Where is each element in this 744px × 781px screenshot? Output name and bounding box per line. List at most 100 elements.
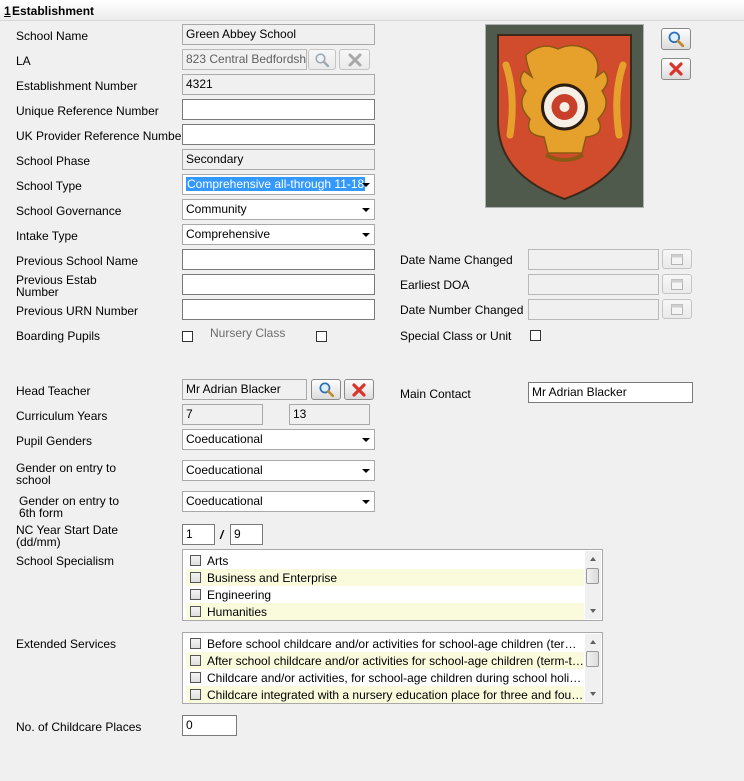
previous-school-name-input[interactable] <box>182 249 375 270</box>
school-governance-value: Community <box>186 202 247 216</box>
list-item[interactable]: Childcare and/or activities, for school-… <box>186 669 584 686</box>
school-specialism-label: School Specialism <box>16 554 115 568</box>
ukprn-label: UK Provider Reference Number <box>16 129 186 143</box>
pupil-genders-select[interactable]: Coeducational <box>182 429 375 450</box>
previous-school-name-label: Previous School Name <box>16 254 139 268</box>
gender-entry-school-label-line2: school <box>16 473 51 487</box>
curriculum-year-from-field[interactable]: 7 <box>182 404 263 425</box>
school-type-label: School Type <box>16 179 82 193</box>
magnifier-icon <box>315 52 330 67</box>
gender-entry-6th-label-line2: 6th form <box>19 506 64 520</box>
section-header: 1 Establishment <box>0 0 744 21</box>
chevron-down-icon <box>362 469 370 473</box>
chevron-down-icon <box>362 233 370 237</box>
date-name-changed-label: Date Name Changed <box>400 253 513 267</box>
checkbox[interactable] <box>190 572 201 583</box>
nc-year-start-label-line2: (dd/mm) <box>16 535 61 549</box>
list-item[interactable]: Humanities <box>186 603 584 620</box>
main-contact-input[interactable]: Mr Adrian Blacker <box>528 382 693 403</box>
gender-entry-6th-select[interactable]: Coeducational <box>182 491 375 512</box>
calendar-icon <box>671 304 683 315</box>
list-item[interactable]: Business and Enterprise <box>186 569 584 586</box>
pupil-genders-value: Coeducational <box>186 432 263 446</box>
previous-urn-input[interactable] <box>182 299 375 320</box>
head-teacher-clear-button[interactable] <box>344 379 374 400</box>
delete-x-icon <box>352 382 366 397</box>
school-governance-select[interactable]: Community <box>182 199 375 220</box>
scrollbar[interactable] <box>585 634 601 702</box>
intake-type-label: Intake Type <box>16 229 78 243</box>
nursery-class-checkbox[interactable] <box>316 331 327 342</box>
checkbox[interactable] <box>190 555 201 566</box>
photo-search-button[interactable] <box>661 28 691 50</box>
list-item[interactable]: Childcare integrated with a nursery educ… <box>186 686 584 703</box>
previous-estab-label-line2: Number <box>16 285 59 299</box>
scroll-down-icon[interactable] <box>590 609 596 613</box>
checkbox[interactable] <box>190 638 201 649</box>
childcare-places-input[interactable]: 0 <box>182 715 237 736</box>
la-label: LA <box>16 54 31 68</box>
date-name-changed-calendar-button[interactable] <box>662 249 692 269</box>
checkbox[interactable] <box>190 589 201 600</box>
school-specialism-list[interactable]: Arts Business and Enterprise Engineering… <box>182 549 603 621</box>
gender-entry-school-select[interactable]: Coeducational <box>182 460 375 481</box>
scroll-up-icon[interactable] <box>590 640 596 644</box>
intake-type-select[interactable]: Comprehensive <box>182 224 375 245</box>
delete-x-icon <box>669 62 683 76</box>
la-search-button[interactable] <box>308 49 336 70</box>
list-item[interactable]: Engineering <box>186 586 584 603</box>
school-crest-image <box>485 24 644 208</box>
extended-services-label: Extended Services <box>16 637 117 651</box>
special-class-checkbox[interactable] <box>530 330 541 341</box>
list-item[interactable]: Arts <box>186 552 584 569</box>
establishment-number-label: Establishment Number <box>16 79 138 93</box>
scroll-up-icon[interactable] <box>590 557 596 561</box>
list-item[interactable]: After school childcare and/or activities… <box>186 652 584 669</box>
la-field[interactable]: 823 Central Bedfordshire <box>182 49 307 70</box>
childcare-places-label: No. of Childcare Places <box>16 720 142 734</box>
date-number-changed-calendar-button[interactable] <box>662 299 692 319</box>
magnifier-icon <box>668 31 685 48</box>
earliest-doa-calendar-button[interactable] <box>662 274 692 294</box>
date-number-changed-field[interactable] <box>528 299 659 320</box>
urn-label: Unique Reference Number <box>16 104 159 118</box>
crest-picture <box>486 25 643 207</box>
nursery-class-label: Nursery Class <box>210 326 286 340</box>
boarding-pupils-label: Boarding Pupils <box>16 329 101 343</box>
nc-start-day-input[interactable]: 1 <box>182 524 215 545</box>
date-separator: / <box>220 528 224 542</box>
scroll-thumb[interactable] <box>586 568 599 584</box>
boarding-pupils-checkbox[interactable] <box>182 331 193 342</box>
head-teacher-label: Head Teacher <box>16 384 91 398</box>
scroll-thumb[interactable] <box>586 651 599 667</box>
checkbox[interactable] <box>190 689 201 700</box>
earliest-doa-label: Earliest DOA <box>400 278 470 292</box>
la-clear-button[interactable] <box>339 49 370 70</box>
intake-type-value: Comprehensive <box>186 227 271 241</box>
clear-x-icon <box>348 53 361 66</box>
ukprn-input[interactable] <box>182 124 375 145</box>
pupil-genders-label: Pupil Genders <box>16 434 93 448</box>
date-name-changed-field[interactable] <box>528 249 659 270</box>
nc-start-month-input[interactable]: 9 <box>230 524 263 545</box>
head-teacher-field[interactable]: Mr Adrian Blacker <box>182 379 307 400</box>
head-teacher-search-button[interactable] <box>311 379 341 400</box>
previous-estab-number-input[interactable] <box>182 274 375 295</box>
school-name-field[interactable]: Green Abbey School <box>182 24 375 45</box>
earliest-doa-field[interactable] <box>528 274 659 295</box>
school-phase-field[interactable]: Secondary <box>182 149 375 170</box>
checkbox[interactable] <box>190 606 201 617</box>
scrollbar[interactable] <box>585 551 601 619</box>
school-type-select[interactable]: Comprehensive all-through 11-18 <box>182 174 375 195</box>
school-name-label: School Name <box>16 29 89 43</box>
establishment-number-field[interactable]: 4321 <box>182 74 375 95</box>
calendar-icon <box>671 279 683 290</box>
urn-input[interactable] <box>182 99 375 120</box>
checkbox[interactable] <box>190 655 201 666</box>
checkbox[interactable] <box>190 672 201 683</box>
photo-delete-button[interactable] <box>661 58 691 80</box>
extended-services-list[interactable]: Before school childcare and/or activitie… <box>182 632 603 704</box>
curriculum-year-to-field[interactable]: 13 <box>289 404 370 425</box>
list-item[interactable]: Before school childcare and/or activitie… <box>186 635 584 652</box>
scroll-down-icon[interactable] <box>590 692 596 696</box>
